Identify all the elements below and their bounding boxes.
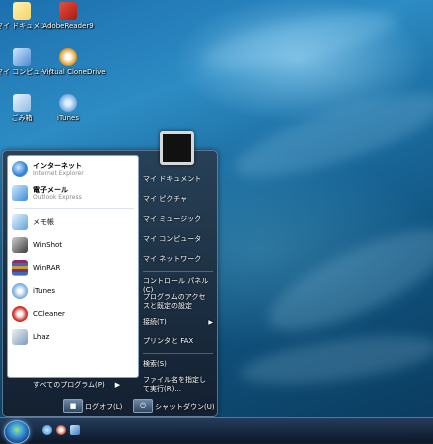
link-my-pictures[interactable]: マイ ピクチャ	[143, 195, 215, 204]
link-label: マイ ネットワーク	[143, 255, 202, 263]
desktop-show-icon[interactable]	[70, 425, 80, 435]
link-label: 接続(T)	[143, 318, 167, 326]
winshot-icon	[12, 237, 28, 253]
program-name: 電子メール	[33, 185, 68, 194]
program-name: Lhaz	[33, 333, 50, 341]
desktop-icon-adobe-reader[interactable]: AdobeReader9	[42, 2, 94, 30]
link-my-network[interactable]: マイ ネットワーク	[143, 255, 215, 264]
link-search[interactable]: 検索(S)	[143, 360, 215, 369]
link-program-access[interactable]: プログラムのアクセスと既定の設定	[143, 293, 209, 311]
desktop-icon-my-documents[interactable]: マイ ドキュメント	[0, 2, 54, 30]
program-winrar[interactable]: WinRAR	[12, 258, 136, 278]
logoff-label[interactable]: ログオフ(L)	[85, 402, 122, 412]
all-programs-button[interactable]: すべてのプログラム(P) ▶	[7, 378, 137, 392]
program-name: WinShot	[33, 241, 63, 249]
arrow-right-icon: ▶	[114, 381, 121, 389]
power-icon: ⏻	[140, 401, 146, 410]
shutdown-button[interactable]: ⏻	[133, 399, 153, 413]
outlook-express-icon	[12, 185, 28, 201]
internet-explorer-icon[interactable]	[42, 425, 52, 435]
media-player-icon[interactable]	[56, 425, 66, 435]
adobe-reader-icon	[59, 2, 77, 20]
documents-icon	[13, 2, 31, 20]
winrar-icon	[12, 260, 28, 276]
places-pane: マイ ドキュメント マイ ピクチャ マイ ミュージック マイ コンピュータ マイ…	[141, 169, 213, 399]
clone-drive-icon	[59, 48, 77, 66]
link-label: マイ ドキュメント	[143, 175, 202, 183]
itunes-icon	[59, 94, 77, 112]
desktop-icon-itunes[interactable]: iTunes	[42, 94, 94, 122]
programs-pane: インターネット Internet Explorer 電子メール Outlook …	[7, 155, 139, 378]
link-label: コントロール パネル(C)	[143, 277, 209, 294]
link-label: 検索(S)	[143, 360, 167, 368]
program-name: メモ帳	[33, 218, 54, 226]
program-name: iTunes	[33, 287, 55, 295]
link-my-documents[interactable]: マイ ドキュメント	[143, 175, 215, 184]
link-label: プリンタと FAX	[143, 337, 194, 345]
places-separator	[143, 353, 213, 354]
link-label: マイ ミュージック	[143, 215, 202, 223]
computer-icon	[13, 48, 31, 66]
desktop-icon-my-computer[interactable]: マイ コンピュータ	[0, 48, 54, 76]
link-my-computer[interactable]: マイ コンピュータ	[143, 235, 215, 244]
desktop-icon-virtual-clonedrive[interactable]: Virtual CloneDrive	[42, 48, 106, 76]
program-itunes[interactable]: iTunes	[12, 281, 136, 301]
program-notepad[interactable]: メモ帳	[12, 212, 136, 232]
notepad-icon	[12, 214, 28, 230]
program-winshot[interactable]: WinShot	[12, 235, 136, 255]
all-programs-label: すべてのプログラム(P)	[33, 381, 105, 389]
program-internet-explorer[interactable]: インターネット Internet Explorer	[12, 159, 136, 179]
taskbar	[0, 417, 433, 444]
lhaz-icon	[12, 329, 28, 345]
places-separator	[143, 271, 213, 272]
link-connect-to[interactable]: 接続(T) ▶	[143, 318, 215, 327]
link-run[interactable]: ファイル名を指定して実行(R)...	[143, 376, 209, 394]
program-name: WinRAR	[33, 264, 61, 272]
program-name: インターネット	[33, 161, 82, 170]
program-outlook-express[interactable]: 電子メール Outlook Express	[12, 183, 136, 203]
internet-explorer-icon	[12, 161, 28, 177]
program-ccleaner[interactable]: CCleaner	[12, 304, 136, 324]
pinned-separator	[14, 208, 134, 209]
desktop-icon-label: Virtual CloneDrive	[42, 68, 106, 76]
recycle-bin-icon	[13, 94, 31, 112]
ccleaner-icon	[12, 306, 28, 322]
program-subtitle: Internet Explorer	[33, 169, 84, 177]
link-label: マイ コンピュータ	[143, 235, 202, 243]
start-button[interactable]	[4, 420, 30, 444]
link-my-music[interactable]: マイ ミュージック	[143, 215, 215, 224]
link-printers-fax[interactable]: プリンタと FAX	[143, 337, 215, 346]
desktop-icon-recycle-bin[interactable]: ごみ箱	[0, 94, 48, 122]
link-label: ファイル名を指定して実行(R)...	[143, 376, 206, 393]
program-lhaz[interactable]: Lhaz	[12, 327, 136, 347]
logoff-button[interactable]: ■	[63, 399, 83, 413]
arrow-right-icon: ▶	[208, 319, 213, 326]
program-subtitle: Outlook Express	[33, 193, 82, 201]
lock-icon: ■	[69, 402, 77, 410]
start-menu: インターネット Internet Explorer 電子メール Outlook …	[2, 150, 218, 417]
program-name: CCleaner	[33, 310, 65, 318]
user-picture[interactable]	[160, 131, 194, 165]
shutdown-label[interactable]: シャットダウン(U)	[155, 402, 215, 412]
itunes-icon	[12, 283, 28, 299]
link-label: マイ ピクチャ	[143, 195, 188, 203]
link-label: プログラムのアクセスと既定の設定	[143, 293, 206, 310]
